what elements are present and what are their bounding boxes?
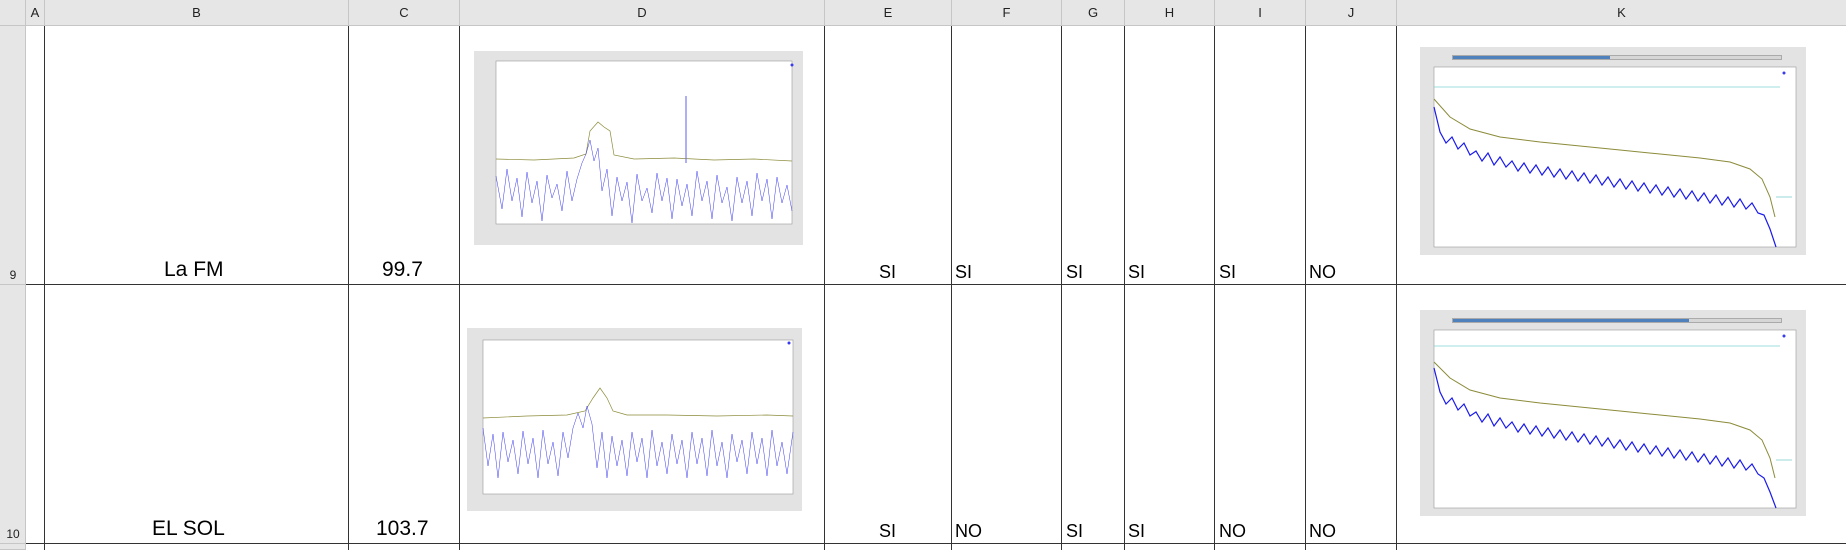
gridline	[26, 284, 1846, 285]
flag-cell-g[interactable]: SI	[1066, 521, 1083, 542]
row-header-11[interactable]	[0, 544, 26, 550]
column-header-bar: A B C D E F G H I J K	[0, 0, 1846, 26]
flag-cell-f[interactable]: NO	[955, 521, 982, 542]
flag-cell-f[interactable]: SI	[955, 262, 972, 283]
gridline	[26, 543, 1846, 544]
spectrum-image[interactable]	[467, 328, 802, 511]
column-header-h[interactable]: H	[1125, 0, 1215, 25]
column-header-j[interactable]: J	[1306, 0, 1397, 25]
flag-cell-j[interactable]: NO	[1309, 262, 1336, 283]
station-cell[interactable]: EL SOL	[152, 517, 225, 541]
flag-cell-e[interactable]: SI	[879, 262, 896, 283]
analyzer-image[interactable]	[1420, 310, 1806, 516]
gridline	[459, 26, 460, 550]
gridline	[1214, 26, 1215, 550]
column-header-g[interactable]: G	[1062, 0, 1125, 25]
gridline	[44, 26, 45, 550]
column-header-c[interactable]: C	[349, 0, 460, 25]
column-header-a[interactable]: A	[26, 0, 45, 25]
gridline	[951, 26, 952, 550]
frequency-cell[interactable]: 103.7	[376, 517, 429, 541]
flag-cell-j[interactable]: NO	[1309, 521, 1336, 542]
spectrum-plot-graphic	[482, 339, 794, 495]
gridline	[1396, 26, 1397, 550]
gridline	[824, 26, 825, 550]
flag-cell-e[interactable]: SI	[879, 521, 896, 542]
spectrum-plot-graphic	[495, 60, 794, 225]
frequency-cell[interactable]: 99.7	[382, 258, 423, 282]
flag-cell-h[interactable]: SI	[1128, 262, 1145, 283]
flag-cell-i[interactable]: SI	[1219, 262, 1236, 283]
row-header-9[interactable]: 9	[0, 26, 26, 285]
analyzer-plot-graphic	[1433, 66, 1797, 248]
analyzer-image[interactable]	[1420, 47, 1806, 255]
column-header-k[interactable]: K	[1397, 0, 1846, 25]
gridline	[1124, 26, 1125, 550]
column-header-e[interactable]: E	[825, 0, 952, 25]
station-cell[interactable]: La FM	[164, 258, 224, 282]
column-header-d[interactable]: D	[460, 0, 825, 25]
select-all-corner[interactable]	[0, 0, 26, 25]
spectrum-image[interactable]	[474, 51, 803, 245]
analyzer-plot-graphic	[1433, 329, 1797, 509]
row-number-label: 10	[6, 527, 20, 541]
column-header-f[interactable]: F	[952, 0, 1062, 25]
gridline	[1061, 26, 1062, 550]
column-header-i[interactable]: I	[1215, 0, 1306, 25]
row-number-label: 9	[9, 268, 17, 282]
gridline	[348, 26, 349, 550]
column-header-b[interactable]: B	[45, 0, 349, 25]
row-header-10[interactable]: 10	[0, 285, 26, 544]
flag-cell-i[interactable]: NO	[1219, 521, 1246, 542]
flag-cell-h[interactable]: SI	[1128, 521, 1145, 542]
gridline	[1305, 26, 1306, 550]
flag-cell-g[interactable]: SI	[1066, 262, 1083, 283]
